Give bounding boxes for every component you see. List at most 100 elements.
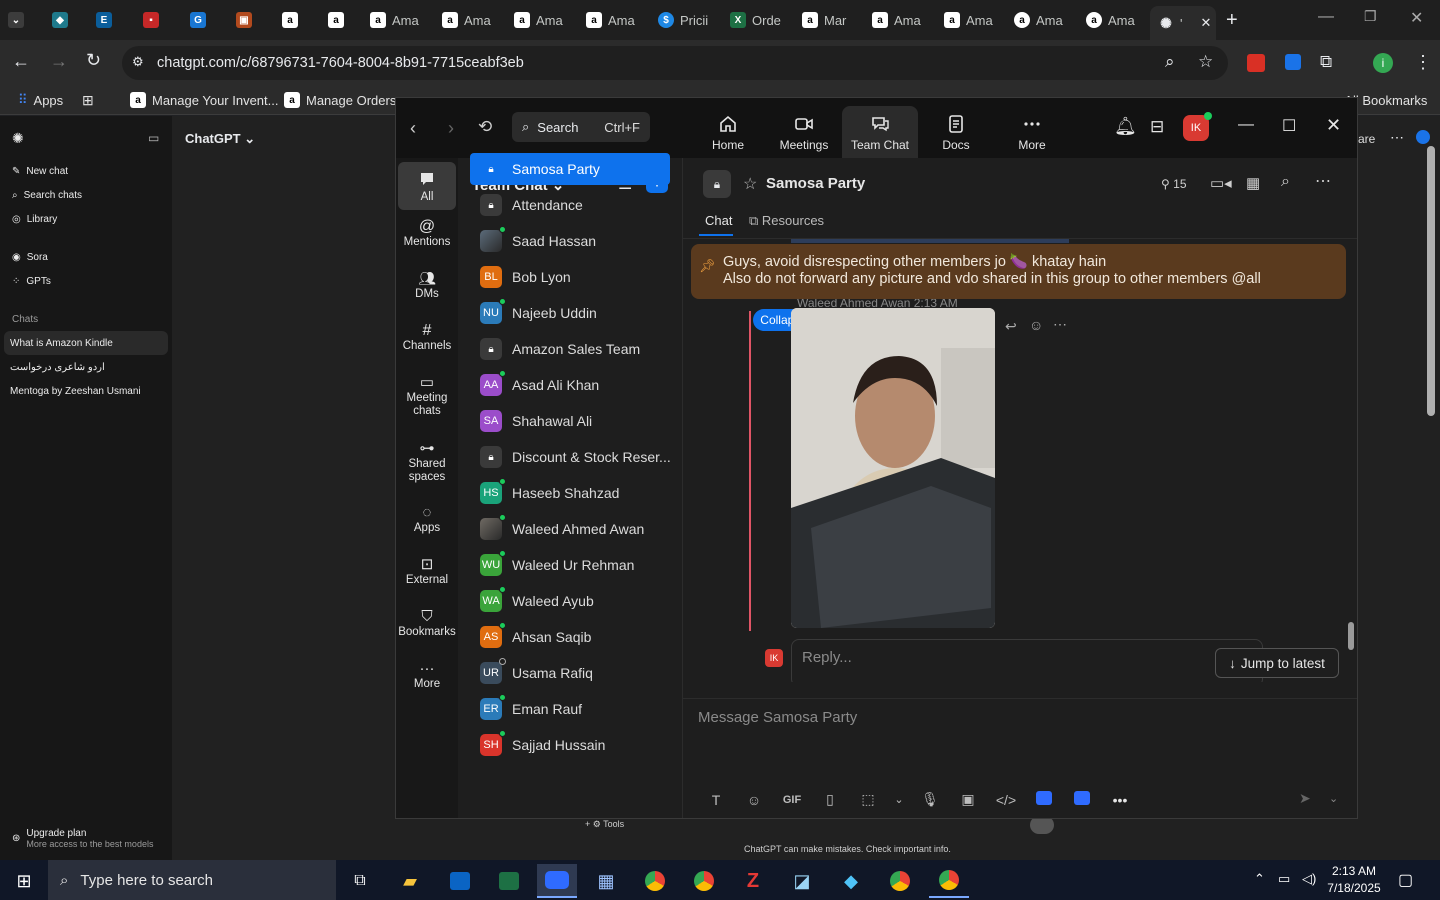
reply-input[interactable]: Reply... bbox=[791, 639, 1263, 682]
chat-item[interactable]: اردو شاعری درخواست bbox=[10, 362, 105, 373]
browser-tab[interactable]: a Ama bbox=[370, 6, 430, 34]
openai-logo-icon[interactable]: ✺ bbox=[12, 130, 24, 147]
kite-taskbar-icon[interactable]: ◆ bbox=[831, 864, 871, 898]
windows-start-icon[interactable]: ⊞ bbox=[4, 864, 44, 898]
browser-tab[interactable]: ▣ bbox=[236, 6, 260, 34]
filezilla-icon[interactable]: Z bbox=[733, 864, 773, 898]
conversation-item[interactable]: 🔒︎ Amazon Sales Team bbox=[470, 333, 670, 365]
microphone-icon[interactable]: 🎙︎ bbox=[911, 791, 949, 808]
tray-chevron-icon[interactable]: ⌃ bbox=[1254, 871, 1265, 887]
conversation-item[interactable]: SA Shahawal Ali bbox=[470, 405, 670, 437]
share-button[interactable]: are bbox=[1358, 132, 1375, 146]
rail-shared-spaces[interactable]: ⊶ Shared spaces bbox=[398, 441, 456, 484]
browser-tab[interactable]: a Ama bbox=[442, 6, 502, 34]
browser-tab[interactable]: a Ama bbox=[1014, 6, 1074, 34]
browser-tab[interactable]: a Ama bbox=[872, 6, 932, 34]
chrome-taskbar-icon[interactable] bbox=[635, 864, 675, 898]
extensions-puzzle-icon[interactable]: ⧉ bbox=[1320, 52, 1332, 72]
chat-scrollbar[interactable] bbox=[1348, 622, 1354, 650]
pinned-message-banner[interactable]: 📌︎ Guys, avoid disrespecting other membe… bbox=[691, 244, 1346, 299]
notifications-bell-icon[interactable]: 🔔︎ bbox=[1114, 116, 1137, 137]
calendar-icon[interactable]: ▦ bbox=[1246, 174, 1260, 192]
close-window-icon[interactable]: ✕ bbox=[1410, 8, 1423, 28]
sidebar-toggle-icon[interactable]: ▭ bbox=[148, 131, 159, 145]
rail-external[interactable]: ⊡ External bbox=[398, 557, 456, 587]
jump-to-latest-button[interactable]: ↓ Jump to latest bbox=[1215, 648, 1339, 678]
nav-docs[interactable]: Docs bbox=[918, 106, 994, 158]
conversation-item[interactable]: HS Haseeb Shahzad bbox=[470, 477, 670, 509]
zoom-minimize-icon[interactable]: — bbox=[1238, 116, 1254, 134]
extension-red-icon[interactable] bbox=[1247, 54, 1265, 72]
chrome-taskbar-icon[interactable] bbox=[684, 864, 724, 898]
reload-icon[interactable]: ↻ bbox=[86, 50, 101, 71]
conversation-item[interactable]: Saad Hassan bbox=[470, 225, 670, 257]
members-button[interactable]: ⚲ 15 bbox=[1161, 177, 1187, 191]
text-format-icon[interactable]: T bbox=[697, 792, 735, 808]
profile-avatar[interactable]: i bbox=[1373, 53, 1393, 73]
conversation-item[interactable]: 🔒︎ Attendance bbox=[470, 189, 670, 221]
shared-photo[interactable] bbox=[791, 308, 995, 628]
page-scrollbar[interactable] bbox=[1427, 146, 1435, 416]
bookmark-manage-inventory[interactable]: a Manage Your Invent... bbox=[130, 92, 278, 108]
back-arrow-icon[interactable]: ‹ bbox=[410, 118, 416, 139]
notification-center-icon[interactable]: ▢ bbox=[1398, 870, 1413, 890]
browser-tab[interactable]: a Ama bbox=[1086, 6, 1146, 34]
zoom-search-bar[interactable]: ⌕ Search Ctrl+F bbox=[512, 112, 650, 142]
new-tab-icon[interactable]: + bbox=[1226, 9, 1238, 32]
bookmark-apps[interactable]: ⠿ Apps bbox=[18, 92, 63, 108]
conversation-item[interactable]: WU Waleed Ur Rehman bbox=[470, 549, 670, 581]
tab-search-button[interactable]: ⌄ bbox=[8, 6, 32, 34]
browser-tab[interactable]: ◆ bbox=[52, 6, 76, 34]
more-options-icon[interactable]: ⋯ bbox=[1315, 171, 1331, 191]
message-more-icon[interactable]: ⋯ bbox=[1053, 316, 1067, 333]
reply-thread-icon[interactable]: ↩ bbox=[1005, 318, 1017, 335]
outlook-icon[interactable] bbox=[440, 864, 480, 898]
user-avatar[interactable] bbox=[1416, 130, 1430, 144]
address-bar[interactable]: ⚙ chatgpt.com/c/68796731-7604-8004-8b91-… bbox=[122, 46, 1228, 80]
zoom-icon[interactable]: ⌕ bbox=[1165, 52, 1175, 72]
app-zoom-icon[interactable] bbox=[1063, 791, 1101, 808]
app-blue-icon[interactable] bbox=[1025, 791, 1063, 808]
screenshot-dropdown-icon[interactable]: ⌄ bbox=[887, 793, 911, 806]
composer-more-icon[interactable]: ••• bbox=[1101, 792, 1139, 808]
search-icon[interactable]: ⌕ bbox=[1281, 173, 1290, 191]
nav-more[interactable]: More bbox=[994, 106, 1070, 158]
browser-tab[interactable]: a bbox=[282, 6, 306, 34]
screenshot-icon[interactable]: ⬚ bbox=[849, 791, 887, 808]
video-message-icon[interactable]: ▣ bbox=[949, 791, 987, 808]
model-selector[interactable]: ChatGPT ⌄ bbox=[185, 131, 255, 147]
zoom-maximize-icon[interactable]: ☐ bbox=[1282, 116, 1296, 136]
browser-tab[interactable]: a Ama bbox=[514, 6, 574, 34]
excel-taskbar-icon[interactable] bbox=[489, 864, 529, 898]
more-options-icon[interactable]: ⋯ bbox=[1390, 129, 1404, 146]
task-view-icon[interactable]: ⧉ bbox=[340, 864, 380, 898]
calculator-icon[interactable]: ▦ bbox=[586, 864, 626, 898]
chat-item[interactable]: Mentoga by Zeeshan Usmani bbox=[10, 386, 141, 397]
rail-channels[interactable]: # Channels bbox=[398, 323, 456, 353]
conversation-item[interactable]: NU Najeeb Uddin bbox=[470, 297, 670, 329]
file-icon[interactable]: ▯ bbox=[811, 791, 849, 808]
extension-blue-icon[interactable] bbox=[1285, 54, 1301, 70]
send-options-chevron-icon[interactable]: ⌄ bbox=[1329, 792, 1338, 805]
conversation-item[interactable]: AS Ahsan Saqib bbox=[470, 621, 670, 653]
tools-button[interactable]: + ⚙ Tools bbox=[585, 819, 624, 830]
browser-tab[interactable]: $ Pricii bbox=[658, 6, 718, 34]
browser-tab[interactable]: G bbox=[190, 6, 214, 34]
add-reaction-icon[interactable]: ☺ bbox=[1029, 317, 1043, 333]
rail-bookmarks[interactable]: ⛉ Bookmarks bbox=[398, 609, 456, 639]
bookmark-star-icon[interactable]: ☆ bbox=[1198, 52, 1213, 72]
conversation-item[interactable]: Waleed Ahmed Awan bbox=[470, 513, 670, 545]
conversation-item[interactable]: SH Sajjad Hussain bbox=[470, 729, 670, 761]
nav-team-chat[interactable]: Team Chat bbox=[842, 106, 918, 158]
composer-input[interactable]: Message Samosa Party bbox=[698, 709, 857, 726]
gift-icon[interactable]: ⊟ bbox=[1150, 117, 1164, 137]
code-snippet-icon[interactable]: </> bbox=[987, 792, 1025, 808]
app-icon[interactable]: ◪ bbox=[782, 864, 822, 898]
browser-tab[interactable]: X Orde bbox=[730, 6, 790, 34]
bookmark-grid[interactable]: ⊞ bbox=[82, 92, 94, 109]
browser-tab[interactable]: a bbox=[328, 6, 352, 34]
tab-chat[interactable]: Chat bbox=[705, 213, 732, 228]
zoom-close-icon[interactable]: ✕ bbox=[1326, 115, 1341, 136]
rail-dms[interactable]: 👥︎ DMs bbox=[398, 271, 456, 301]
conversation-item[interactable]: 🔒︎ Discount & Stock Reser... bbox=[470, 441, 670, 473]
